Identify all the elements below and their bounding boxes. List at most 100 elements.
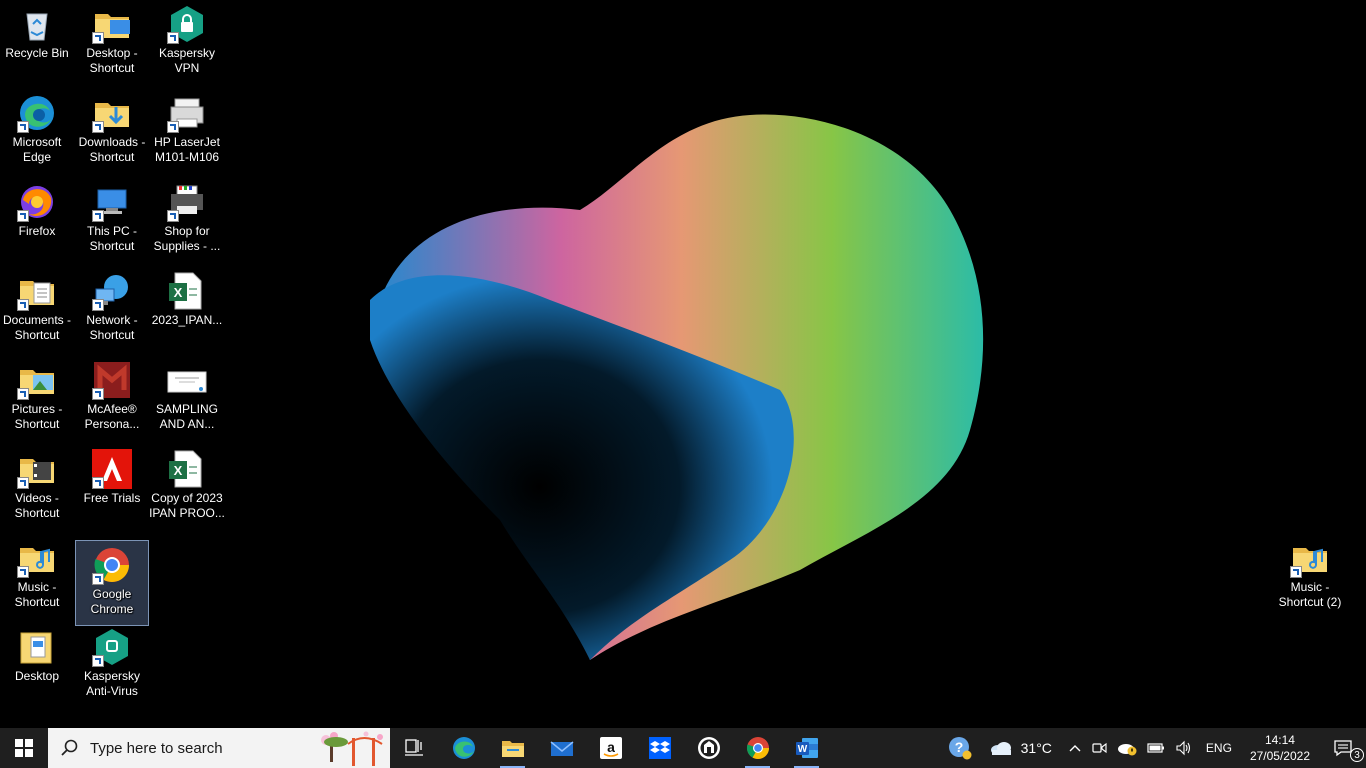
show-hidden-icons-chevron-icon[interactable] [1057,728,1086,768]
desktop-icon-sampling[interactable]: SAMPLING AND AN... [150,356,224,442]
shortcut-arrow-icon [1290,566,1302,578]
desktop-icon-label: Shop for Supplies - ... [153,224,221,253]
document-thumbnail-icon [167,360,207,400]
shortcut-arrow-icon [167,210,179,222]
kaspersky-antivirus-icon [92,627,132,667]
kaspersky-vpn-icon [167,4,207,44]
videos-folder-icon [17,449,57,489]
volume-icon[interactable] [1170,728,1198,768]
desktop-icon-label: HP LaserJet M101-M106 [154,135,220,164]
desktop-icon-kav[interactable]: Kaspersky Anti-Virus [75,623,149,709]
desktop-icon-label: 2023_IPAN... [151,313,223,327]
weather-widget[interactable]: 31°C [977,728,1057,768]
desktop-icon-shop[interactable]: Shop for Supplies - ... [150,178,224,264]
edge-icon [452,737,475,759]
desktop-icon-ipan[interactable]: X 2023_IPAN... [150,267,224,353]
meet-now-icon[interactable] [1086,728,1112,768]
excel-icon: X [167,271,207,311]
chrome-icon [746,737,769,759]
desktop-icon-pictures[interactable]: Pictures - Shortcut [0,356,74,442]
taskbar-button-app[interactable] [684,728,733,768]
desktop-icon-label: Music - Shortcut [14,580,60,609]
taskbar-button-chrome[interactable] [733,728,782,768]
search-placeholder: Type here to search [90,739,223,757]
desktop-icon-kvpn[interactable]: Kaspersky VPN [150,0,224,86]
desktop-icon-mcafee[interactable]: McAfee® Persona... [75,356,149,442]
weather-temperature: 31°C [1020,740,1052,756]
dropbox-icon [648,737,671,759]
onedrive-warning-icon[interactable] [1112,728,1142,768]
taskbar-button-amazon[interactable]: a [586,728,635,768]
file-explorer-icon [501,741,524,757]
shortcut-arrow-icon [17,121,29,133]
desktop-icon-adobe[interactable]: Free Trials [75,445,149,531]
downloads-folder-icon [92,93,132,133]
desktop[interactable]: Recycle Bin Desktop - Shortcut Kaspersky V… [0,0,1366,728]
windows-logo-icon [15,739,33,757]
desktop-icon-thispc[interactable]: This PC - Shortcut [75,178,149,264]
folder-icon [92,4,132,44]
input-language-indicator[interactable]: ENG [1198,728,1240,768]
shortcut-arrow-icon [92,121,104,133]
desktop-icon-label: Videos - Shortcut [14,491,60,520]
desktop-icon-firefox[interactable]: Firefox [0,178,74,264]
music-folder-icon [1290,538,1330,578]
desktop-icon-label: Firefox [18,224,56,238]
desktop-icon-label: Desktop [14,669,60,683]
shortcut-arrow-icon [17,388,29,400]
taskbar-button-task-view[interactable] [390,728,439,768]
search-highlight-illustration-icon [321,731,383,766]
taskbar-button-mail[interactable] [537,728,586,768]
taskbar-button-dropbox[interactable] [635,728,684,768]
desktop-icon-music[interactable]: Music - Shortcut [0,534,74,620]
battery-icon[interactable] [1142,728,1170,768]
search-icon [61,739,78,756]
desktop-icon-recycle[interactable]: Recycle Bin [0,0,74,86]
recycle-bin-icon [17,4,57,44]
taskbar-search-box[interactable]: Type here to search [48,728,390,768]
taskbar-button-edge[interactable] [439,728,488,768]
desktop-icon-label: Kaspersky VPN [158,46,216,75]
desktop-icon-label: Recycle Bin [5,46,69,60]
firefox-icon [17,182,57,222]
desktop-icon-videos[interactable]: Videos - Shortcut [0,445,74,531]
desktop-icon-label: Music - Shortcut (2) [1278,580,1342,609]
action-center-button[interactable]: 3 [1320,728,1366,768]
taskbar-button-word[interactable]: W [782,728,831,768]
desktop-icon-label: Kaspersky Anti-Virus [83,669,141,698]
desktop-icon-music2[interactable]: Music - Shortcut (2) [1273,534,1347,620]
shortcut-arrow-icon [167,121,179,133]
desktop-icon-label: Documents - Shortcut [2,313,72,342]
desktop-folder-icon [17,627,57,667]
desktop-icon-label: Downloads - Shortcut [78,135,146,164]
desktop-icon-downloads[interactable]: Downloads - Shortcut [75,89,149,175]
desktop-icon-label: Pictures - Shortcut [11,402,63,431]
mail-icon [550,741,573,756]
desktop-icon-edge[interactable]: Microsoft Edge [0,89,74,175]
desktop-icon-label: Desktop - Shortcut [86,46,138,75]
shortcut-arrow-icon [92,477,104,489]
clock[interactable]: 14:14 27/05/2022 [1240,728,1320,768]
desktop-icon-copyipan[interactable]: X Copy of 2023 IPAN PROO... [149,445,225,531]
desktop-icon-label: Microsoft Edge [12,135,62,164]
desktop-icon-desktop-sc[interactable]: Desktop - Shortcut [75,0,149,86]
start-button[interactable] [0,728,48,768]
language-label: ENG [1205,741,1232,755]
wallpaper-image [370,114,984,661]
help-icon[interactable]: ? [943,728,977,768]
desktop-icon-documents[interactable]: Documents - Shortcut [0,267,74,353]
taskbar-button-file-explorer[interactable] [488,728,537,768]
desktop-icon-chrome[interactable]: Google Chrome [75,540,149,626]
desktop-icon-network[interactable]: Network - Shortcut [75,267,149,353]
shortcut-arrow-icon [92,210,104,222]
svg-text:?: ? [954,739,963,755]
shortcut-arrow-icon [17,210,29,222]
desktop-icon-label: Network - Shortcut [86,313,138,342]
chrome-icon [92,545,132,585]
desktop-icon-hp[interactable]: HP LaserJet M101-M106 [150,89,224,175]
cloud-icon [990,742,1011,755]
desktop-icon-desktop[interactable]: Desktop [0,623,74,709]
svg-text:a: a [607,739,615,755]
shortcut-arrow-icon [92,299,104,311]
network-icon [92,271,132,311]
